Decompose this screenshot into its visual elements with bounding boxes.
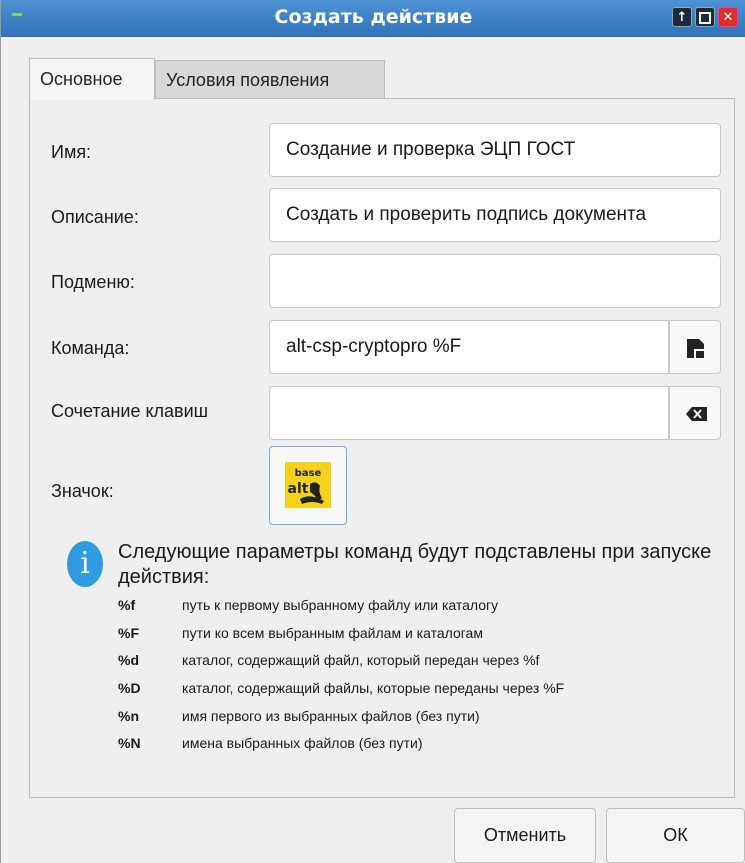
command-label: Команда:	[51, 338, 130, 358]
ok-button[interactable]: ОК	[606, 808, 745, 863]
description-label: Описание:	[51, 207, 139, 227]
svg-text:base: base	[295, 468, 322, 479]
svg-text:alt: alt	[288, 481, 309, 497]
basealt-logo-icon: base alt	[285, 462, 331, 508]
clear-shortcut-button[interactable]	[669, 386, 721, 440]
name-field[interactable]: Создание и проверка ЭЦП ГОСТ	[269, 123, 721, 177]
maximize-icon[interactable]	[695, 7, 715, 27]
title-bar[interactable]: Создать действие ↑ ✕	[1, 0, 745, 37]
param-key: %f	[118, 597, 136, 613]
param-desc: путь к первому выбранному файлу или ката…	[182, 597, 499, 613]
param-key: %F	[118, 625, 139, 641]
tab-conditions[interactable]: Условия появления	[155, 60, 385, 98]
param-key: %d	[118, 652, 139, 668]
name-label: Имя:	[51, 142, 92, 162]
info-heading: Следующие параметры команд будут подстав…	[118, 541, 712, 588]
dialog-window: Создать действие ↑ ✕ Основное Условия по…	[0, 0, 745, 863]
icon-label: Значок:	[51, 481, 114, 501]
param-desc: каталог, содержащий файл, который переда…	[182, 652, 540, 668]
param-desc: каталог, содержащий файлы, которые перед…	[182, 680, 565, 696]
cancel-button[interactable]: Отменить	[454, 808, 596, 863]
param-key: %N	[118, 735, 141, 751]
param-desc: пути ко всем выбранным файлам и каталога…	[182, 625, 483, 641]
file-browse-icon	[687, 339, 704, 358]
up-arrow-icon[interactable]: ↑	[672, 7, 692, 27]
icon-chooser-button[interactable]: base alt	[269, 446, 347, 525]
param-key: %n	[118, 708, 139, 724]
browse-command-button[interactable]	[669, 320, 721, 374]
tab-basic[interactable]: Основное	[29, 58, 155, 100]
shortcut-label: Сочетание клавиш	[51, 401, 209, 421]
backspace-clear-icon	[686, 407, 707, 421]
description-field[interactable]: Создать и проверить подпись документа	[269, 188, 721, 242]
submenu-field[interactable]	[269, 254, 721, 308]
param-desc: имя первого из выбранных файлов (без пут…	[182, 708, 480, 724]
window-title: Создать действие	[274, 6, 473, 28]
close-icon[interactable]: ✕	[718, 7, 738, 27]
command-field[interactable]: alt-csp-cryptopro %F	[269, 320, 669, 374]
info-icon: i	[67, 541, 103, 587]
param-desc: имена выбранных файлов (без пути)	[182, 735, 423, 751]
param-key: %D	[118, 680, 141, 696]
shortcut-field[interactable]	[269, 386, 669, 440]
submenu-label: Подменю:	[51, 272, 135, 292]
